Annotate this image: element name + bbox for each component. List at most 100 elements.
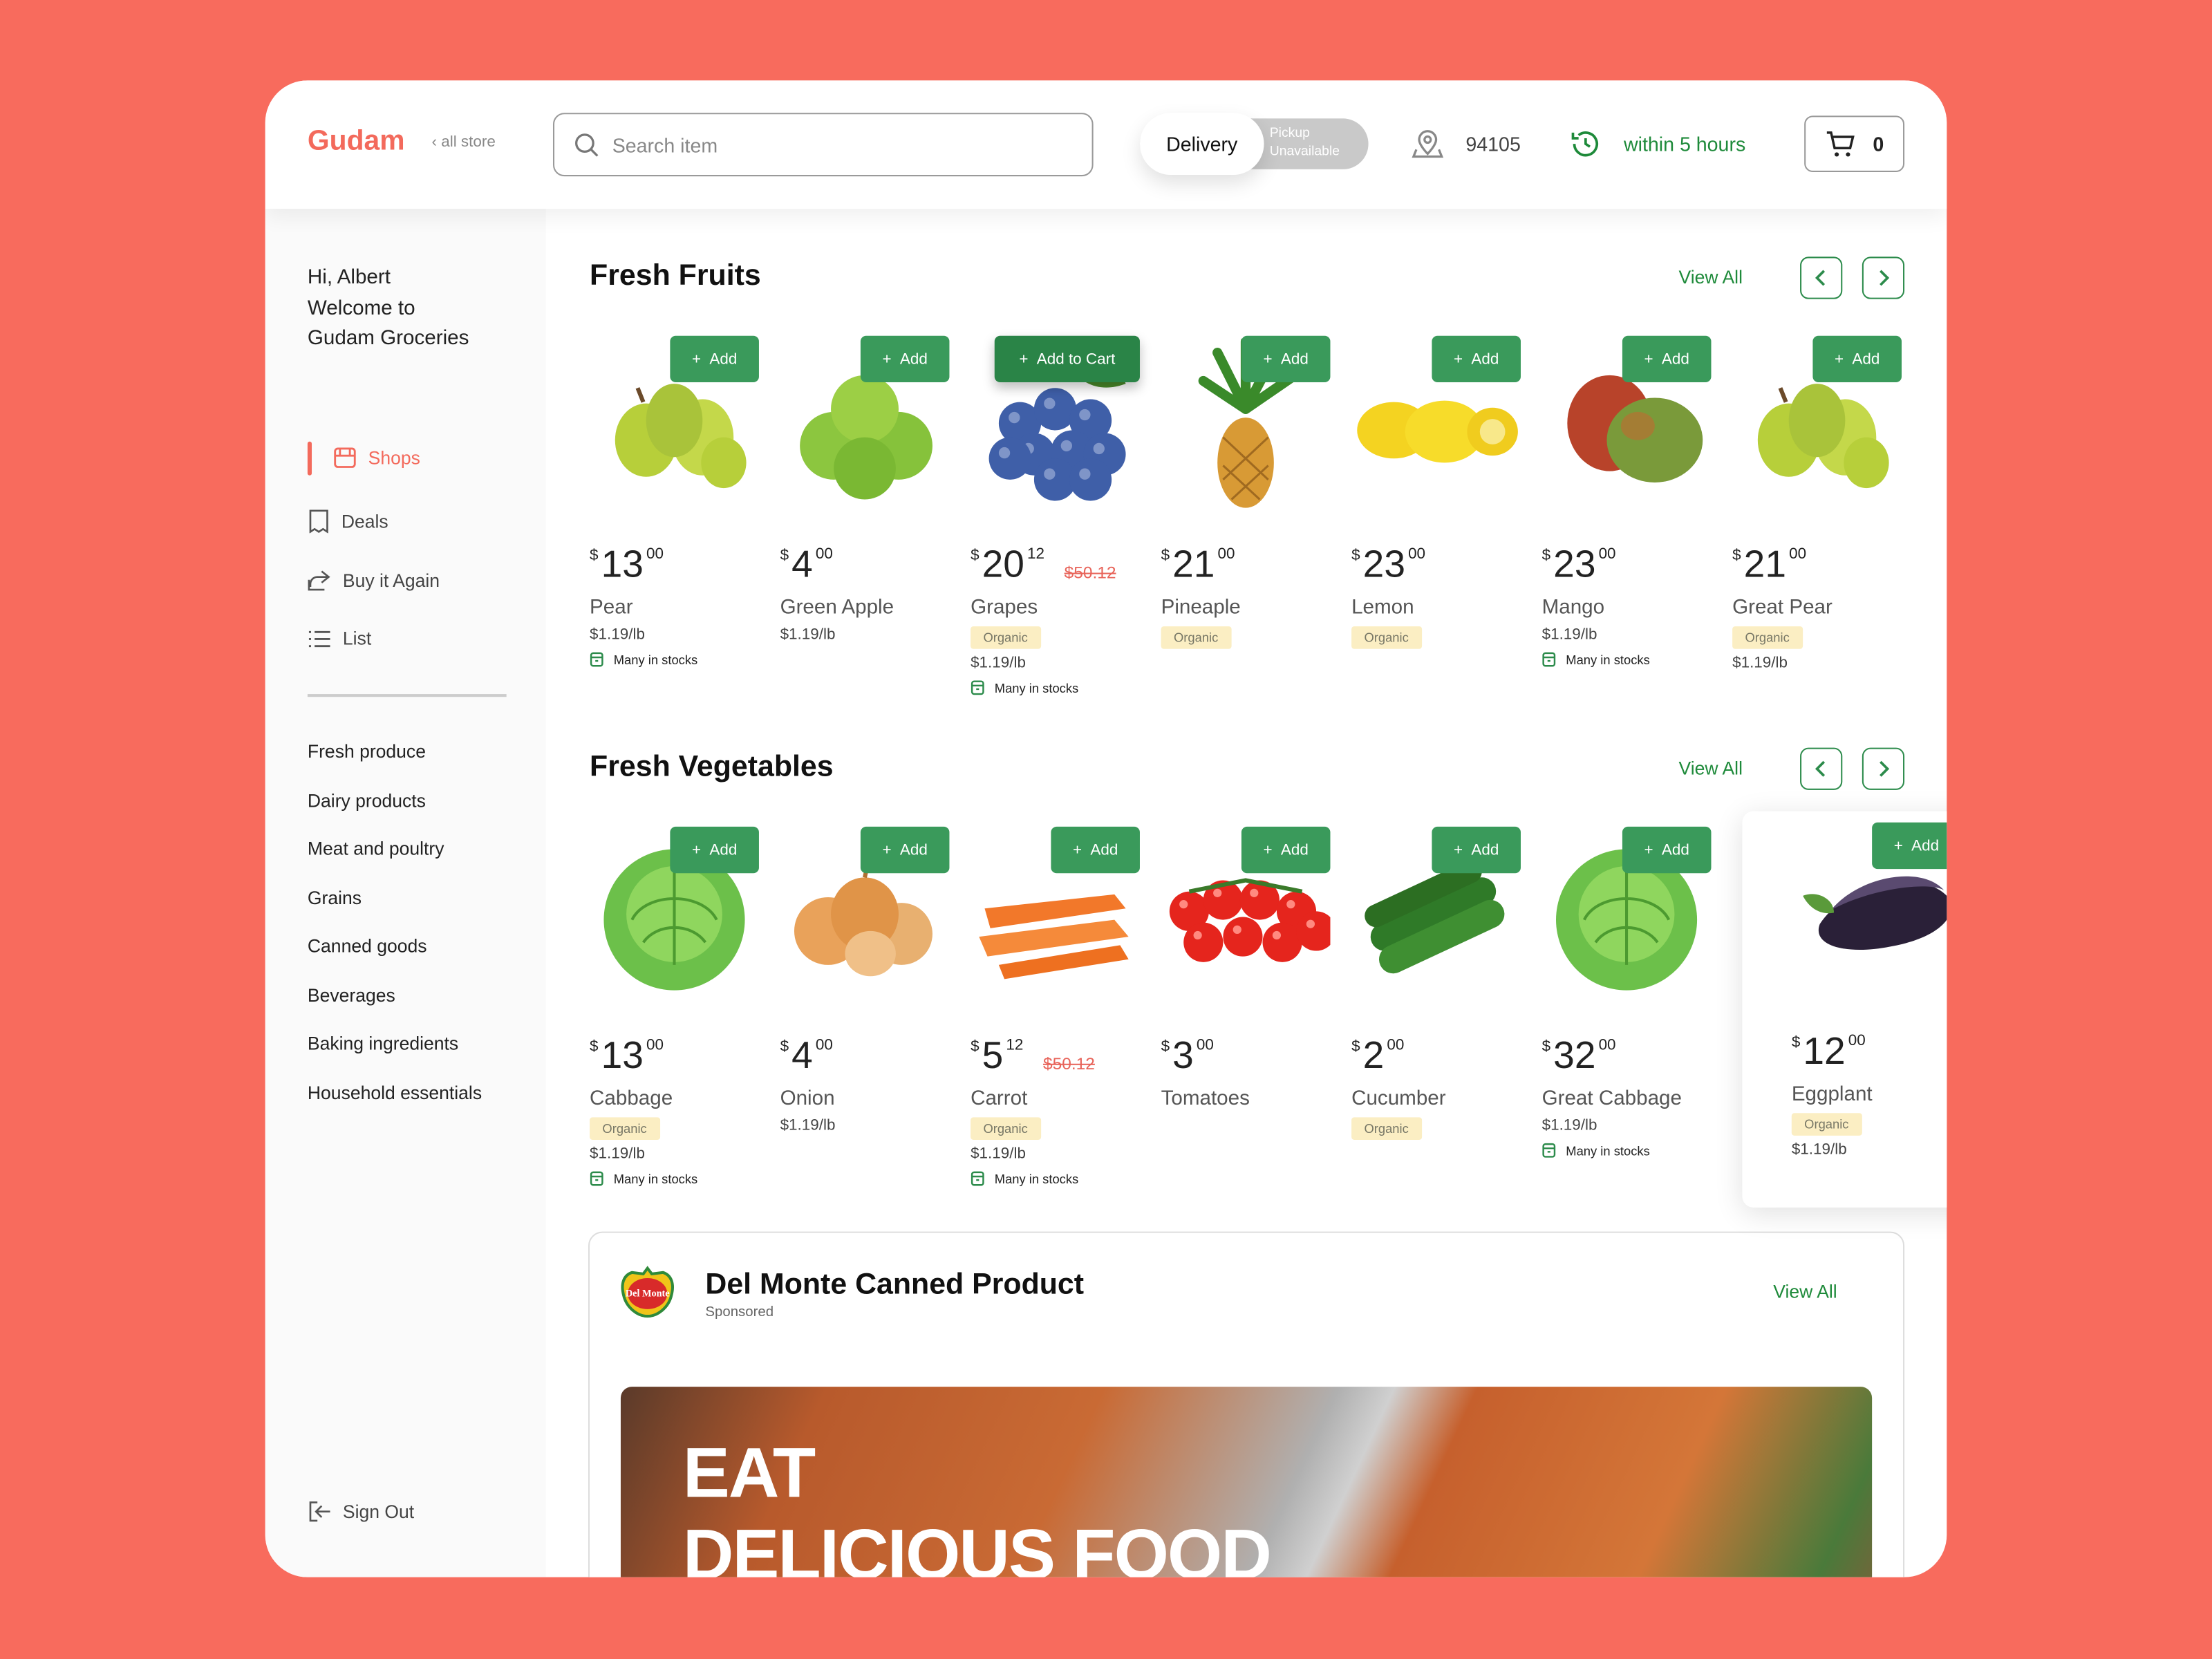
sidebar-divider [307, 694, 507, 697]
price: $2 00 [1351, 1033, 1405, 1077]
category-link[interactable]: Canned goods [308, 935, 427, 957]
plus-icon: + [1644, 841, 1653, 859]
sign-out-button[interactable]: Sign Out [308, 1499, 414, 1524]
prev-button[interactable] [1800, 256, 1843, 299]
stock-icon [971, 680, 984, 695]
next-button[interactable] [1862, 256, 1905, 299]
category-link[interactable]: Grains [308, 887, 362, 908]
product-name: Green Apple [780, 597, 894, 619]
stock-status: Many in stocks [971, 680, 1078, 695]
category-link[interactable]: Fresh produce [308, 740, 426, 762]
store-icon [334, 447, 356, 468]
plus-icon: + [1019, 350, 1029, 368]
next-button[interactable] [1862, 747, 1905, 790]
add-button[interactable]: + Add [670, 335, 759, 383]
sponsored-section: Del Monte Del Monte Canned Product Spons… [588, 1231, 1905, 1577]
add-button[interactable]: + Add [1241, 826, 1331, 874]
add-button[interactable]: + Add to Cart [994, 335, 1140, 383]
add-button[interactable]: + Add [1051, 826, 1140, 874]
category-link[interactable]: Household essentials [308, 1081, 482, 1103]
unit-price: $1.19/lb [971, 654, 1026, 672]
add-button[interactable]: + Add [670, 826, 759, 874]
add-button[interactable]: + Add [1622, 826, 1712, 874]
sign-out-icon [309, 1501, 330, 1522]
sponsored-title: Del Monte Canned Product [705, 1268, 1085, 1301]
plus-icon: + [691, 841, 702, 859]
price: $4 00 [780, 1033, 833, 1077]
app-window: Gudam ‹ all store PickupUnavailable Deli… [265, 80, 1947, 1577]
prev-button[interactable] [1800, 747, 1843, 790]
sidebar-item-list[interactable]: List [308, 628, 371, 649]
unit-price: $1.19/lb [1541, 626, 1597, 644]
add-button[interactable]: + Add [1622, 335, 1712, 383]
svg-text:Del Monte: Del Monte [626, 1288, 670, 1299]
organic-badge: Organic [971, 1117, 1041, 1140]
product-name: Mango [1541, 597, 1605, 619]
search-box[interactable] [552, 113, 1094, 177]
stock-status: Many in stocks [1542, 1143, 1650, 1158]
unit-price: $1.19/lb [780, 1117, 836, 1134]
unit-price: $1.19/lb [1732, 654, 1788, 672]
stock-status: Many in stocks [971, 1171, 1078, 1186]
sponsored-view-all-link[interactable]: View All [1773, 1281, 1837, 1302]
section-title: Fresh Fruits [590, 259, 761, 292]
add-button[interactable]: + Add [1872, 822, 1947, 870]
sponsored-label: Sponsored [705, 1304, 774, 1321]
plus-icon: + [1072, 841, 1082, 859]
plus-icon: + [1644, 350, 1653, 368]
promo-banner[interactable]: EAT DELICIOUS FOOD [620, 1387, 1873, 1577]
header: Gudam ‹ all store PickupUnavailable Deli… [265, 80, 1947, 209]
plus-icon: + [882, 350, 892, 368]
organic-badge: Organic [1351, 626, 1422, 649]
cart-button[interactable]: 0 [1804, 115, 1905, 172]
price: $12 00 [1791, 1029, 1866, 1073]
add-button[interactable]: + Add [860, 826, 950, 874]
product-name: Pear [590, 597, 633, 619]
price: $23 00 [1541, 543, 1616, 585]
plus-icon: + [1835, 350, 1844, 368]
active-indicator [307, 441, 312, 476]
view-all-link[interactable]: View All [1679, 267, 1743, 288]
organic-badge: Organic [590, 1117, 660, 1140]
category-link[interactable]: Meat and poultry [308, 838, 444, 859]
add-button[interactable]: + Add [1432, 826, 1521, 874]
zip-code[interactable]: 94105 [1465, 133, 1520, 156]
product-name: Great Pear [1732, 597, 1833, 619]
receipt-icon [309, 509, 328, 534]
sidebar-item-shops[interactable]: Shops [333, 446, 420, 470]
stock-icon [1542, 652, 1556, 667]
view-all-link[interactable]: View All [1679, 758, 1743, 779]
category-link[interactable]: Dairy products [308, 789, 426, 811]
price: $13 00 [590, 1033, 664, 1077]
organic-badge: Organic [971, 626, 1041, 649]
category-link[interactable]: Baking ingredients [308, 1033, 458, 1054]
product-name: Pineaple [1161, 597, 1241, 619]
sidebar-item-buy-again[interactable]: Buy it Again [308, 568, 440, 591]
delivery-option[interactable]: Delivery [1139, 113, 1264, 176]
stock-icon [1542, 1143, 1556, 1158]
all-store-link[interactable]: ‹ all store [431, 134, 495, 151]
stock-status: Many in stocks [1542, 652, 1650, 667]
share-icon [308, 570, 330, 591]
product-name: Onion [780, 1087, 835, 1111]
sidebar-item-deals[interactable]: Deals [308, 509, 388, 534]
greeting: Hi, Albert Welcome to Gudam Groceries [307, 266, 469, 350]
price: $4 00 [780, 543, 833, 585]
price: $5 12 $50.12 [971, 1033, 1095, 1077]
search-input[interactable] [612, 133, 1035, 156]
add-button[interactable]: + Add [1432, 335, 1521, 383]
stock-icon [971, 1171, 984, 1186]
product-name: Carrot [971, 1087, 1028, 1111]
del-monte-logo[interactable]: Del Monte [619, 1266, 676, 1320]
search-icon [575, 133, 599, 156]
chevron-left-icon: ‹ [431, 133, 442, 151]
product-name: Great Cabbage [1541, 1087, 1682, 1111]
stock-icon [590, 1171, 603, 1186]
add-button[interactable]: + Add [1812, 335, 1902, 383]
add-button[interactable]: + Add [1241, 335, 1331, 383]
category-link[interactable]: Beverages [308, 984, 395, 1005]
logo[interactable]: Gudam [308, 126, 405, 158]
stock-icon [590, 652, 603, 667]
add-button[interactable]: + Add [860, 335, 950, 383]
list-icon [308, 630, 330, 647]
